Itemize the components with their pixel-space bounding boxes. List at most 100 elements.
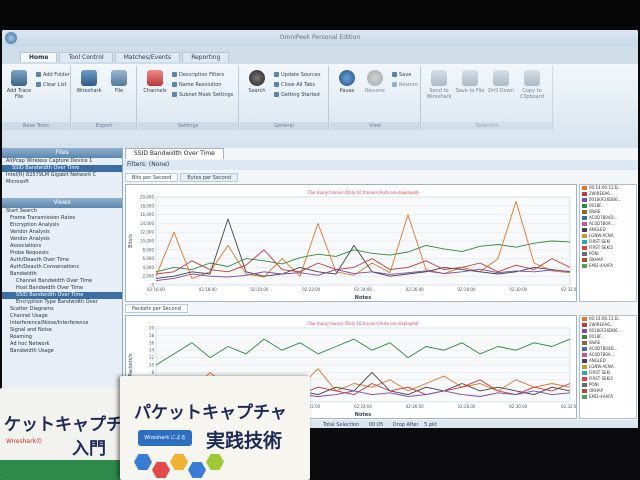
search-button[interactable]: Search — [242, 70, 272, 94]
getting-started-button[interactable]: Getting Started — [274, 92, 320, 99]
subnet-mask-button[interactable]: Subnet Mask Settings — [172, 92, 233, 99]
book2-title: パケットキャプチャ — [134, 403, 287, 423]
legend-label: AC0D7B0A... — [589, 221, 615, 226]
view-item[interactable]: Channel Usage — [2, 313, 122, 320]
drill-down-label: Drill Down — [488, 88, 514, 94]
filter-bar[interactable]: Filters: (None) — [123, 160, 638, 170]
file-item-selected[interactable]: SSID Bandwidth Over Time — [2, 165, 122, 172]
view-item[interactable]: Host Bandwidth Over Time — [2, 285, 122, 292]
view-item[interactable]: Associations — [2, 243, 122, 250]
tab-packets-per-second[interactable]: Packets per Second — [125, 304, 188, 313]
legend-swatch — [582, 192, 587, 196]
view-item[interactable]: Bandwidth — [2, 271, 122, 278]
x-tick-label: 02:24:00 — [354, 287, 372, 292]
tab-matches-events[interactable]: Matches/Events — [114, 52, 181, 62]
legend-label: WaRE — [589, 209, 601, 214]
x-tick-label: 02:30:00 — [509, 287, 527, 292]
view-item[interactable]: Signal and Noise — [2, 327, 122, 334]
file-item[interactable]: AirPcap Wireless Capture Device 1 — [2, 158, 122, 165]
name-resolution-icon — [172, 82, 177, 87]
send-to-wireshark-button[interactable]: Send to Wireshark — [424, 70, 454, 100]
book2-blurb: Wireshark による — [138, 430, 192, 446]
monitor-screen: OmniPeek Personal Edition Home Tool Cont… — [2, 30, 638, 430]
clipboard-icon — [524, 70, 540, 86]
files-header[interactable]: Files — [2, 148, 122, 158]
views-header[interactable]: Views — [2, 198, 122, 208]
copy-clipboard-label: Copy to Clipboard — [520, 88, 544, 100]
view-item[interactable]: Auth/Deauth Over Time — [2, 257, 122, 264]
view-item[interactable]: Vendor Analysis — [2, 229, 122, 236]
legend-label: FIRST SEKI — [589, 370, 611, 375]
chart-note: (Too many traces) (Only 10 traces) (Auto… — [307, 321, 419, 326]
add-trace-file-button[interactable]: Add Trace File — [4, 70, 34, 100]
legend-entry[interactable]: EMI2-4AAFA — [580, 263, 636, 269]
legend-entry[interactable]: EMI2-4AAFA — [580, 394, 636, 400]
view-item-selected[interactable]: SSID Bandwidth Over Time — [2, 292, 122, 299]
file-item[interactable]: Microsoft — [2, 179, 122, 186]
view-item[interactable]: Ad hoc Network — [2, 341, 122, 348]
legend-label: PONI — [589, 382, 599, 387]
legend-label: OKHAP — [589, 388, 603, 393]
view-item[interactable]: Start Search — [2, 208, 122, 215]
view-item[interactable]: Auth/Deauth Conversations — [2, 264, 122, 271]
description-filters-button[interactable]: Description Filters — [172, 72, 224, 79]
y-tick-label: 8,000 — [143, 247, 155, 252]
tab-bytes-per-second[interactable]: Bytes per Second — [180, 173, 239, 182]
x-tick-label: 02:30:00 — [509, 404, 527, 409]
wireshark-export-button[interactable]: Wireshark — [74, 70, 104, 94]
restore-button[interactable]: Restore — [392, 82, 418, 89]
legend-swatch — [582, 341, 587, 345]
view-item[interactable]: Vendor Analysis — [2, 236, 122, 243]
tab-tool-control[interactable]: Tool Control — [59, 52, 113, 62]
y-axis-label: Bits/s — [128, 234, 134, 248]
legend-label: 00:14:06:11:D... — [589, 185, 622, 190]
update-sources-button[interactable]: Update Sources — [274, 72, 320, 79]
add-folder-button[interactable]: Add Folder — [36, 72, 70, 79]
view-item[interactable]: Scatter Diagrams — [2, 306, 122, 313]
file-item[interactable]: Intel(R) 82579LM Gigabit Network C — [2, 172, 122, 179]
clear-list-button[interactable]: Clear List — [36, 82, 66, 89]
x-axis-label: Notes — [355, 295, 371, 301]
update-icon — [274, 72, 279, 77]
legend-swatch — [582, 317, 587, 321]
pause-button[interactable]: Pause — [332, 70, 362, 94]
tab-home[interactable]: Home — [20, 52, 58, 62]
pane-spacer — [2, 186, 122, 198]
add-folder-icon — [36, 72, 41, 77]
add-trace-file-label: Add Trace File — [6, 88, 32, 100]
copy-clipboard-button[interactable]: Copy to Clipboard — [517, 70, 547, 100]
save-to-file-button[interactable]: Save to File — [455, 70, 485, 94]
view-item[interactable]: Channel Bandwidth Over Time — [2, 278, 122, 285]
view-item[interactable]: Roaming — [2, 334, 122, 341]
legend-swatch — [582, 246, 587, 250]
view-item[interactable]: Probe Requests — [2, 250, 122, 257]
app-menu-icon[interactable] — [5, 32, 17, 44]
legend-swatch — [582, 377, 587, 381]
save-button[interactable]: Save — [392, 72, 411, 79]
legend-label: 2WIRE6A6... — [589, 191, 614, 196]
save-label: Save — [399, 72, 412, 78]
tab-reporting[interactable]: Reporting — [182, 52, 230, 62]
legend-swatch — [582, 216, 587, 220]
tab-ssid-bandwidth[interactable]: SSID Bandwidth Over Time — [125, 148, 224, 159]
file-export-button[interactable]: File — [104, 70, 134, 94]
view-item[interactable]: Encryption Type Bandwidth Over — [2, 299, 122, 306]
view-item[interactable]: Bandwidth Usage — [2, 348, 122, 355]
tab-bits-per-second[interactable]: Bits per Second — [125, 173, 179, 182]
legend-label: OKHAP — [589, 257, 603, 262]
channels-button[interactable]: Channels — [140, 70, 170, 94]
legend-swatch — [582, 222, 587, 226]
chart2-subtabs: Packets per Second — [125, 304, 188, 313]
clear-list-label: Clear List — [43, 82, 67, 88]
name-resolution-button[interactable]: Name Resolution — [172, 82, 221, 89]
view-item[interactable]: Frame Transmission Rates — [2, 215, 122, 222]
window-title: OmniPeek Personal Edition — [279, 34, 361, 41]
chart-bits-per-second[interactable]: 20,000 18,000 16,000 14,000 12,000 10,000 8,00… — [125, 184, 579, 302]
resume-button[interactable]: Resume — [360, 70, 390, 94]
chart1-subtabs: Bits per Second Bytes per Second — [125, 173, 239, 182]
drill-down-button[interactable]: Drill Down — [486, 70, 516, 94]
view-item[interactable]: Interference/Noise/Interference — [2, 320, 122, 327]
view-item[interactable]: Encryption Analysis — [2, 222, 122, 229]
legend-swatch — [582, 228, 587, 232]
close-all-tabs-button[interactable]: Close All Tabs — [274, 82, 315, 89]
